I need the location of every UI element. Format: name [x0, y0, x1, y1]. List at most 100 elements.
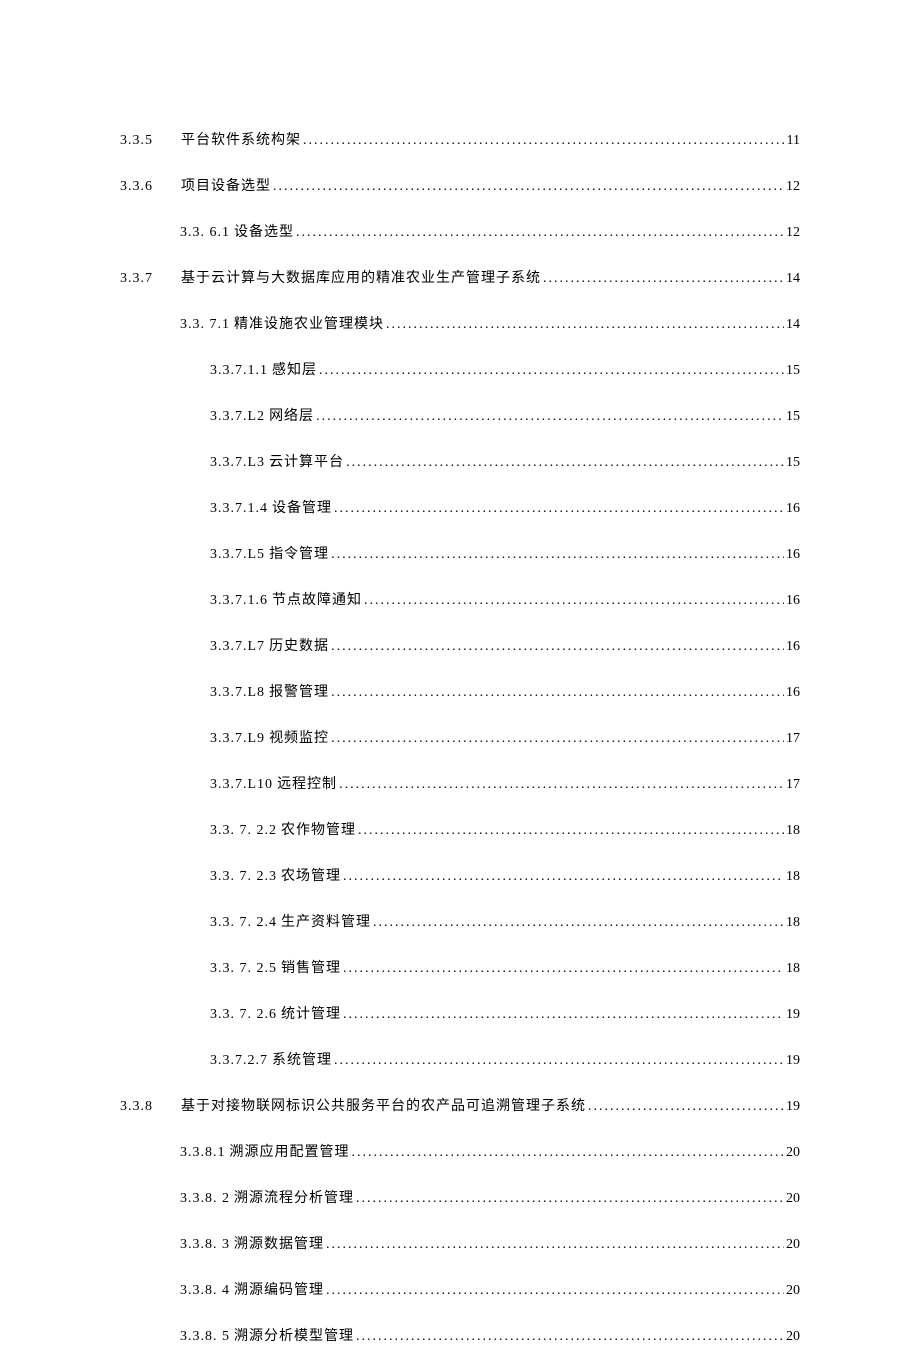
- toc-entry: 3.3.6 项目设备选型 12: [120, 176, 800, 197]
- toc-leader-dots: [334, 1050, 784, 1071]
- toc-number: 3.3.7.2.7: [210, 1050, 268, 1071]
- toc-entry: 3.3.8. 3 溯源数据管理 20: [120, 1234, 800, 1255]
- toc-title: 项目设备选型: [181, 176, 271, 197]
- toc-entry: 3.3. 7. 2.5销售管理18: [120, 958, 800, 979]
- toc-page-number: 11: [787, 130, 800, 151]
- toc-number: 3.3. 7. 2.3: [210, 866, 277, 887]
- toc-number: 3.3.7: [120, 268, 153, 289]
- toc-leader-dots: [356, 1188, 784, 1209]
- toc-number: 3.3.8. 4: [180, 1280, 230, 1301]
- toc-entry: 3.3.7.L5指令管理 16: [120, 544, 800, 565]
- toc-entry: 3.3.8. 5 溯源分析模型管理 20: [120, 1326, 800, 1347]
- toc-entry: 3.3.8基于对接物联网标识公共服务平台的农产品可追溯管理子系统19: [120, 1096, 800, 1117]
- toc-title: 设备管理: [272, 498, 332, 519]
- toc-title: 农场管理: [281, 866, 341, 887]
- toc-number: 3.3.8.1: [180, 1142, 226, 1163]
- toc-leader-dots: [346, 452, 784, 473]
- toc-entry: 3.3.7.2.7系统管理 19: [120, 1050, 800, 1071]
- toc-page-number: 16: [786, 544, 800, 565]
- toc-number: 3.3. 7. 2.6: [210, 1004, 277, 1025]
- toc-entry: 3.3.8. 4 溯源编码管理 20: [120, 1280, 800, 1301]
- toc-number: 3.3. 7. 2.4: [210, 912, 277, 933]
- toc-number: 3.3.8: [120, 1096, 153, 1117]
- table-of-contents: 3.3.5平台软件系统构架113.3.6项目设备选型123.3. 6.1设备选型…: [120, 130, 800, 1347]
- toc-number: 3.3.8. 2: [180, 1188, 230, 1209]
- toc-title: 报警管理: [269, 682, 329, 703]
- toc-entry: 3.3. 7. 2.2农作物管理 18: [120, 820, 800, 841]
- toc-page-number: 15: [786, 406, 800, 427]
- toc-number: 3.3.7.L3: [210, 452, 265, 473]
- toc-leader-dots: [331, 682, 784, 703]
- toc-page-number: 17: [786, 774, 800, 795]
- toc-number: 3.3.5: [120, 130, 153, 151]
- toc-entry: 3.3.7.L8报警管理16: [120, 682, 800, 703]
- toc-leader-dots: [303, 130, 785, 151]
- toc-number: 3.3.7.L10: [210, 774, 273, 795]
- toc-title: 溯源分析模型管理: [234, 1326, 354, 1347]
- toc-leader-dots: [334, 498, 784, 519]
- toc-title: 系统管理: [272, 1050, 332, 1071]
- toc-leader-dots: [343, 1004, 784, 1025]
- toc-leader-dots: [273, 176, 784, 197]
- toc-number: 3.3.7.L5: [210, 544, 265, 565]
- toc-leader-dots: [326, 1234, 784, 1255]
- toc-title: 生产资料管理: [281, 912, 371, 933]
- toc-entry: 3.3.8. 2 溯源流程分析管理 20: [120, 1188, 800, 1209]
- toc-title: 指令管理: [269, 544, 329, 565]
- toc-number: 3.3. 7. 2.2: [210, 820, 277, 841]
- toc-page-number: 19: [786, 1096, 800, 1117]
- toc-leader-dots: [343, 866, 784, 887]
- toc-entry: 3.3. 7.1精准设施农业管理模块14: [120, 314, 800, 335]
- toc-page-number: 18: [786, 958, 800, 979]
- toc-page-number: 20: [786, 1234, 800, 1255]
- toc-number: 3.3.7.L7: [210, 636, 265, 657]
- toc-page-number: 16: [786, 636, 800, 657]
- toc-number: 3.3.7.1.1: [210, 360, 268, 381]
- toc-page-number: 16: [786, 590, 800, 611]
- toc-title: 溯源编码管理: [234, 1280, 324, 1301]
- toc-leader-dots: [339, 774, 784, 795]
- toc-page-number: 12: [786, 222, 800, 243]
- toc-title: 农作物管理: [281, 820, 356, 841]
- toc-number: 3.3. 7.1: [180, 314, 230, 335]
- toc-leader-dots: [373, 912, 784, 933]
- toc-number: 3.3.7.1.4: [210, 498, 268, 519]
- toc-entry: 3.3.7.1.4设备管理16: [120, 498, 800, 519]
- toc-entry: 3.3.7.L7历史数据 16: [120, 636, 800, 657]
- toc-entry: 3.3. 6.1设备选型12: [120, 222, 800, 243]
- toc-title: 节点故障通知: [272, 590, 362, 611]
- toc-page-number: 12: [786, 176, 800, 197]
- toc-page-number: 19: [786, 1004, 800, 1025]
- toc-page-number: 18: [786, 820, 800, 841]
- toc-entry: 3.3.7.L3云计算平台15: [120, 452, 800, 473]
- toc-page-number: 20: [786, 1326, 800, 1347]
- toc-title: 统计管理: [281, 1004, 341, 1025]
- toc-entry: 3.3.7.1.1感知层15: [120, 360, 800, 381]
- toc-page-number: 17: [786, 728, 800, 749]
- toc-title: 溯源数据管理: [234, 1234, 324, 1255]
- toc-entry: 3.3.5平台软件系统构架11: [120, 130, 800, 151]
- toc-title: 历史数据: [269, 636, 329, 657]
- toc-title: 溯源应用配置管理: [230, 1142, 350, 1163]
- toc-number: 3.3.8. 3: [180, 1234, 230, 1255]
- toc-page-number: 20: [786, 1280, 800, 1301]
- toc-page-number: 20: [786, 1142, 800, 1163]
- toc-title: 远程控制: [277, 774, 337, 795]
- toc-title: 设备选型: [234, 222, 294, 243]
- toc-page-number: 19: [786, 1050, 800, 1071]
- toc-leader-dots: [588, 1096, 784, 1117]
- toc-leader-dots: [296, 222, 784, 243]
- toc-leader-dots: [386, 314, 784, 335]
- toc-leader-dots: [319, 360, 784, 381]
- toc-leader-dots: [331, 728, 784, 749]
- toc-title: 溯源流程分析管理: [234, 1188, 354, 1209]
- toc-leader-dots: [331, 636, 784, 657]
- toc-leader-dots: [331, 544, 784, 565]
- toc-page-number: 15: [786, 360, 800, 381]
- toc-number: 3.3.6: [120, 176, 153, 197]
- toc-number: 3.3.8. 5: [180, 1326, 230, 1347]
- toc-number: 3.3.7.1.6: [210, 590, 268, 611]
- toc-leader-dots: [352, 1142, 785, 1163]
- toc-page-number: 20: [786, 1188, 800, 1209]
- toc-leader-dots: [358, 820, 784, 841]
